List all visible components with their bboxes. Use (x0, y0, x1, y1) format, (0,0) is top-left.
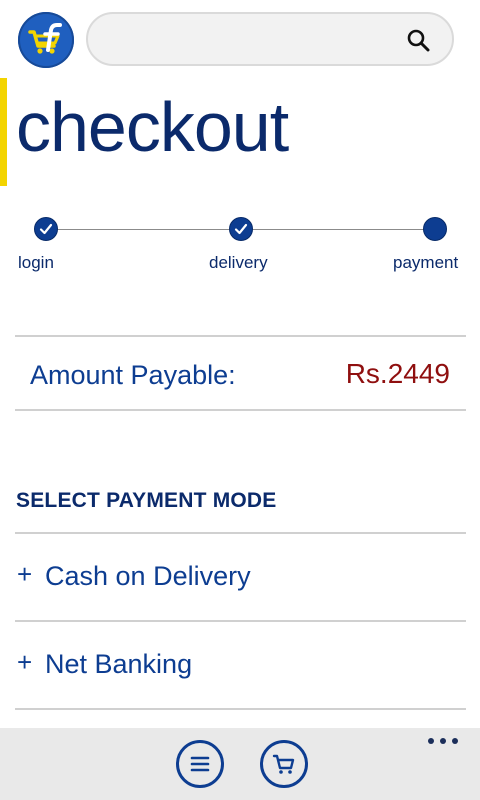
menu-icon (190, 756, 210, 772)
page-title: checkout (16, 88, 289, 166)
amount-label: Amount Payable: (30, 360, 236, 390)
more-icon[interactable] (428, 734, 460, 748)
plus-icon: + (17, 559, 33, 589)
step-label-payment: payment (393, 253, 459, 272)
payment-mode-heading: SELECT PAYMENT MODE (16, 489, 277, 512)
app-bar (0, 728, 480, 800)
step-login-dot (34, 217, 58, 241)
menu-button[interactable] (176, 740, 224, 788)
payment-option-cash-on-delivery[interactable]: + Cash on Delivery (15, 534, 466, 620)
checkout-progress: login delivery payment (0, 205, 480, 285)
top-bar (0, 0, 480, 80)
divider (15, 409, 466, 411)
divider (15, 335, 466, 337)
step-label-login: login (18, 253, 54, 272)
search-input[interactable] (86, 12, 454, 66)
payment-option-net-banking[interactable]: + Net Banking (15, 622, 466, 708)
step-label-delivery: delivery (209, 253, 268, 272)
step-delivery-dot (229, 217, 253, 241)
payment-option-label: Net Banking (45, 649, 193, 679)
payment-option-label: Cash on Delivery (45, 561, 251, 591)
search-icon[interactable] (406, 28, 430, 52)
plus-icon: + (17, 647, 33, 677)
amount-value: Rs.2449 (345, 358, 450, 389)
cart-icon (272, 754, 295, 774)
check-icon (234, 223, 248, 235)
divider (15, 708, 466, 710)
cart-button[interactable] (260, 740, 308, 788)
check-icon (39, 223, 53, 235)
step-payment-dot (423, 217, 447, 241)
cart-logo-glyph (28, 23, 62, 54)
accent-bar (0, 78, 7, 186)
flipkart-logo-icon[interactable] (18, 12, 74, 68)
